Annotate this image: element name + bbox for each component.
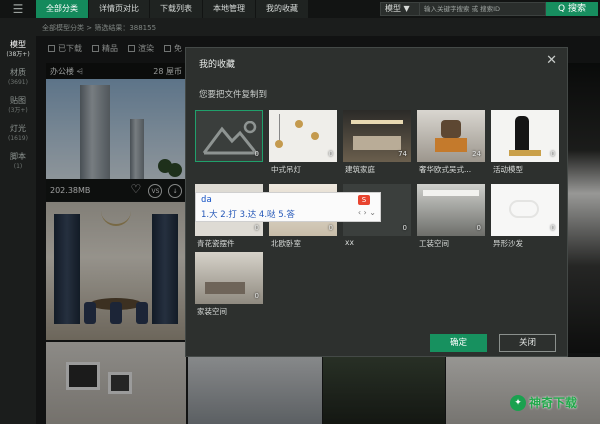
sidebar: 模型 (38万+) 材质 (3691) 贴图 (3万+) 灯光 (1619) 脚本 (1) (0, 40, 36, 424)
folder-count: 24 (472, 150, 481, 158)
ime-page-arrows[interactable]: ‹ › ⌄ (358, 208, 376, 217)
sidebar-item-label: 灯光 (10, 124, 26, 133)
dialog-subtitle: 您要把文件复制到 (199, 90, 268, 100)
close-icon[interactable]: ✕ (546, 53, 557, 68)
main-tabs: 全部分类 详情页对比 下载列表 本地管理 我的收藏 (36, 0, 309, 18)
folder-tile[interactable]: 0 活动模型 (491, 110, 559, 176)
sidebar-item-label: 材质 (10, 68, 26, 77)
search-bar: 模型 ▼ 输入关键字搜索 或 搜索ID Q 搜索 (380, 2, 598, 16)
sidebar-item-scripts[interactable]: 脚本 (1) (0, 152, 36, 172)
sidebar-item-lights[interactable]: 灯光 (1619) (0, 124, 36, 144)
search-category-select[interactable]: 模型 ▼ (380, 2, 420, 16)
watermark: ✦ 神奇下载 (510, 394, 577, 411)
folder-count: 0 (550, 150, 555, 158)
folder-tile[interactable]: 74 建筑家庭 (343, 110, 411, 176)
sogou-logo-icon: S (358, 195, 370, 205)
folder-label: 工装空间 (419, 239, 449, 248)
top-nav-bar: ☰ 全部分类 详情页对比 下载列表 本地管理 我的收藏 模型 ▼ 输入关键字搜索… (0, 0, 600, 18)
folder-tile[interactable]: 0 中式吊灯 (269, 110, 337, 176)
tab-detail-compare[interactable]: 详情页对比 (89, 0, 149, 18)
sidebar-item-label: 脚本 (10, 152, 26, 161)
folder-thumbnail (195, 110, 263, 162)
folder-count: 0 (254, 292, 259, 300)
folder-tile[interactable]: 0 工装空间 (417, 184, 485, 250)
watermark-logo-icon: ✦ (510, 394, 526, 411)
tab-local-manage[interactable]: 本地管理 (203, 0, 255, 18)
breadcrumb: 全部模型分类 > 筛选结果：388155 (42, 24, 157, 32)
confirm-button[interactable]: 确定 (430, 334, 487, 352)
folder-tile-new[interactable]: 0 (195, 110, 263, 176)
folder-label: 异形沙发 (493, 239, 523, 248)
search-button[interactable]: Q 搜索 (546, 2, 598, 16)
folder-thumbnail (269, 110, 337, 162)
folder-count: 0 (328, 224, 333, 232)
folder-label: xx (345, 238, 354, 247)
watermark-text: 神奇下载 (529, 396, 578, 410)
folder-label: 中式吊灯 (271, 165, 301, 174)
folder-label: 家装空间 (197, 307, 227, 316)
tab-favorites[interactable]: 我的收藏 (256, 0, 308, 18)
search-input[interactable]: 输入关键字搜索 或 搜索ID (420, 2, 546, 16)
sidebar-item-count: (3691) (8, 79, 28, 86)
sidebar-item-textures[interactable]: 贴图 (3万+) (0, 96, 36, 116)
hamburger-icon[interactable]: ☰ (0, 0, 36, 18)
folder-count: 0 (328, 150, 333, 158)
sidebar-item-count: (1) (13, 163, 23, 170)
sidebar-item-label: 模型 (10, 40, 26, 49)
ime-candidates[interactable]: 1.大 2.打 3.达 4.哒 5.答 (201, 208, 295, 220)
folder-count: 0 (402, 224, 407, 232)
folder-label: 建筑家庭 (345, 165, 375, 174)
folder-count: 0 (550, 224, 555, 232)
close-button[interactable]: 关闭 (499, 334, 556, 352)
folder-count: 0 (476, 224, 481, 232)
folder-thumbnail (491, 110, 559, 162)
folder-label: 北欧卧室 (271, 239, 301, 248)
folder-count: 74 (398, 150, 407, 158)
sidebar-item-count: (38万+) (6, 51, 30, 58)
folder-tile[interactable]: 0 家装空间 (195, 252, 263, 318)
tab-download-list[interactable]: 下载列表 (150, 0, 202, 18)
dialog-title: 我的收藏 (199, 60, 236, 70)
sidebar-item-count: (3万+) (8, 107, 28, 114)
sidebar-item-label: 贴图 (10, 96, 26, 105)
folder-label: 活动模型 (493, 165, 523, 174)
sidebar-item-materials[interactable]: 材质 (3691) (0, 68, 36, 88)
tab-all-categories[interactable]: 全部分类 (36, 0, 88, 18)
folder-tile[interactable]: 24 奢华欧式吴式... (417, 110, 485, 176)
folder-thumbnail (195, 252, 263, 304)
folder-thumbnail (417, 184, 485, 236)
folder-count: 0 (254, 224, 259, 232)
folder-count: 0 (254, 150, 259, 158)
sidebar-item-models[interactable]: 模型 (38万+) (0, 40, 36, 60)
folder-thumbnail (491, 184, 559, 236)
folder-label: 奢华欧式吴式... (419, 165, 472, 174)
mountain-icon (202, 121, 258, 155)
folder-tile[interactable]: 0 异形沙发 (491, 184, 559, 250)
sidebar-item-count: (1619) (8, 135, 28, 142)
folder-label: 青花瓷摆件 (197, 239, 235, 248)
ime-composition: da (201, 195, 212, 205)
ime-candidate-window: da S 1.大 2.打 3.达 4.哒 5.答 ‹ › ⌄ (195, 192, 381, 222)
